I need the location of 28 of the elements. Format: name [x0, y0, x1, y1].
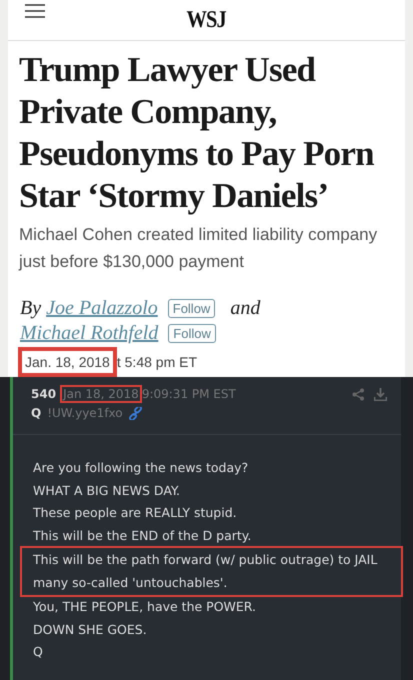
- publish-time: t 5:48 pm ET: [116, 354, 198, 370]
- post-line: many so-called 'untouchables'.: [33, 574, 228, 592]
- post-time: 9:09:31 PM EST: [142, 387, 236, 401]
- post-line: DOWN SHE GOES.: [33, 620, 148, 638]
- post-line: WHAT A BIG NEWS DAY.: [33, 482, 181, 500]
- post-number: 540: [31, 387, 56, 401]
- subtitle: Michael Cohen created limited liability company just before $130,000 payment: [19, 224, 378, 273]
- post-line: Q: [33, 643, 44, 661]
- post-date: Jan 18, 2018: [62, 387, 140, 401]
- link-icon[interactable]: [128, 406, 142, 420]
- author-link[interactable]: Joe Palazzolo: [46, 297, 158, 320]
- post-line: Are you following the news today?: [33, 459, 250, 477]
- author-link[interactable]: Michael Rothfeld: [20, 322, 158, 345]
- share-icon[interactable]: [352, 388, 365, 400]
- follow-button[interactable]: Follow: [168, 324, 216, 343]
- logo[interactable]: WSJ: [186, 6, 226, 34]
- download-icon[interactable]: [374, 388, 387, 400]
- post-line: This will be the END of the D party.: [33, 526, 252, 545]
- byline-joiner: and: [230, 297, 260, 320]
- post-line: This will be the path forward (w/ public outrage) to JAIL: [33, 551, 378, 569]
- headline: Trump Lawyer Used Private Company, Pseudonyms to Pay Porn Star ‘Stormy Daniels’: [19, 49, 375, 217]
- follow-button[interactable]: Follow: [168, 299, 216, 318]
- menu-icon[interactable]: [25, 4, 45, 18]
- post-line: You, THE PEOPLE, have the POWER.: [33, 598, 257, 616]
- byline-prefix: By: [20, 297, 42, 320]
- post-author: Q: [31, 406, 42, 420]
- post-line: These people are REALLY stupid.: [33, 504, 238, 522]
- tripcode: !UW.yye1fxo: [47, 406, 123, 420]
